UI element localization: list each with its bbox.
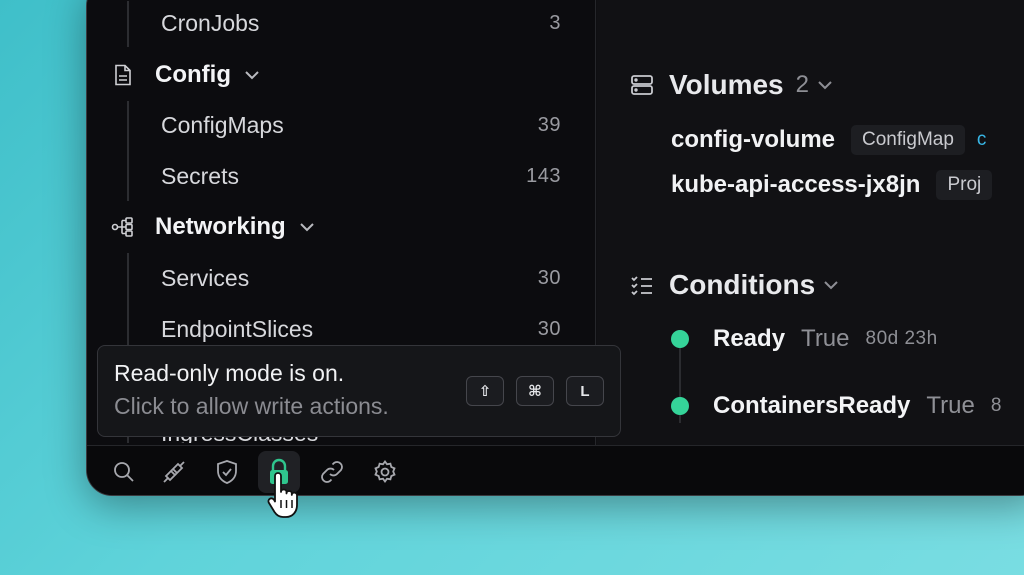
volume-extra-badge: c	[976, 129, 987, 150]
volume-row[interactable]: kube-api-access-jx8jn Proj	[671, 170, 993, 200]
sidebar-item-configmaps[interactable]: ConfigMaps 39	[161, 105, 561, 145]
conditions-section-header[interactable]: Conditions	[629, 269, 839, 301]
sidebar-item-count: 143	[526, 164, 561, 187]
volume-row[interactable]: config-volume ConfigMap c	[671, 125, 986, 155]
sidebar-group-networking[interactable]: Networking	[111, 207, 316, 247]
group-guide-line	[127, 1, 129, 47]
sidebar-item-endpointslices[interactable]: EndpointSlices 30	[161, 309, 561, 349]
detail-panel: Volumes 2 config-volume ConfigMap c kube…	[597, 0, 1024, 445]
condition-name: ContainersReady	[713, 392, 911, 419]
sidebar-item-label: Secrets	[161, 162, 239, 189]
storage-icon	[629, 72, 655, 98]
plug-icon[interactable]	[160, 458, 188, 486]
volumes-section-header[interactable]: Volumes 2	[629, 69, 833, 101]
volumes-title: Volumes	[669, 69, 784, 100]
sidebar-item-label: EndpointSlices	[161, 315, 314, 342]
settings-icon[interactable]	[371, 458, 399, 486]
l-key: L	[566, 376, 604, 406]
hand-pointer-cursor	[266, 472, 300, 527]
chevron-down-icon	[298, 221, 316, 233]
sidebar-item-label: ConfigMaps	[161, 111, 284, 138]
sidebar-item-label: Services	[161, 264, 250, 291]
condition-value: True	[801, 325, 850, 352]
shift-key: ⇧	[466, 376, 504, 406]
sidebar-item-count: 30	[537, 266, 561, 289]
sidebar-group-label: Networking	[155, 213, 286, 240]
shield-check-icon[interactable]	[213, 458, 241, 486]
app-window: CronJobs 3 Config ConfigMaps 39 Secrets …	[86, 0, 1024, 496]
volumes-count: 2	[795, 71, 809, 98]
condition-name: Ready	[713, 325, 786, 352]
bottom-toolbar	[87, 445, 1024, 495]
search-icon[interactable]	[110, 458, 138, 486]
network-icon	[111, 215, 135, 239]
sidebar-item-label: CronJobs	[161, 9, 260, 36]
status-dot	[671, 397, 689, 415]
read-only-tooltip: Read-only mode is on. Click to allow wri…	[97, 345, 621, 437]
sidebar-group-config[interactable]: Config	[111, 55, 261, 95]
chevron-down-icon	[243, 69, 261, 81]
command-key: ⌘	[516, 376, 554, 406]
checklist-icon	[629, 272, 655, 298]
sidebar-item-count: 3	[549, 11, 561, 34]
sidebar-item-count: 30	[537, 317, 561, 340]
condition-age: 8	[990, 395, 1002, 416]
chevron-down-icon	[823, 279, 839, 291]
sidebar-item-secrets[interactable]: Secrets 143	[161, 156, 561, 196]
volume-name: kube-api-access-jx8jn	[671, 171, 921, 198]
condition-row: Ready True 80d 23h	[671, 325, 938, 353]
sidebar-item-count: 39	[537, 113, 561, 136]
status-dot	[671, 330, 689, 348]
condition-row: ContainersReady True 8	[671, 392, 1002, 420]
keyboard-shortcut: ⇧ ⌘ L	[466, 376, 604, 406]
sidebar: CronJobs 3 Config ConfigMaps 39 Secrets …	[87, 0, 621, 445]
condition-age: 80d 23h	[865, 328, 938, 349]
chevron-down-icon	[817, 79, 833, 91]
condition-value: True	[926, 392, 975, 419]
volume-type-badge: Proj	[936, 170, 993, 200]
volume-type-badge: ConfigMap	[851, 125, 965, 155]
sidebar-group-label: Config	[155, 61, 231, 88]
sidebar-item-cronjobs[interactable]: CronJobs 3	[161, 3, 561, 43]
sidebar-item-services[interactable]: Services 30	[161, 258, 561, 298]
volume-name: config-volume	[671, 126, 836, 153]
group-guide-line	[127, 101, 129, 201]
conditions-title: Conditions	[669, 269, 816, 300]
document-icon	[111, 63, 135, 87]
link-icon[interactable]	[318, 458, 346, 486]
